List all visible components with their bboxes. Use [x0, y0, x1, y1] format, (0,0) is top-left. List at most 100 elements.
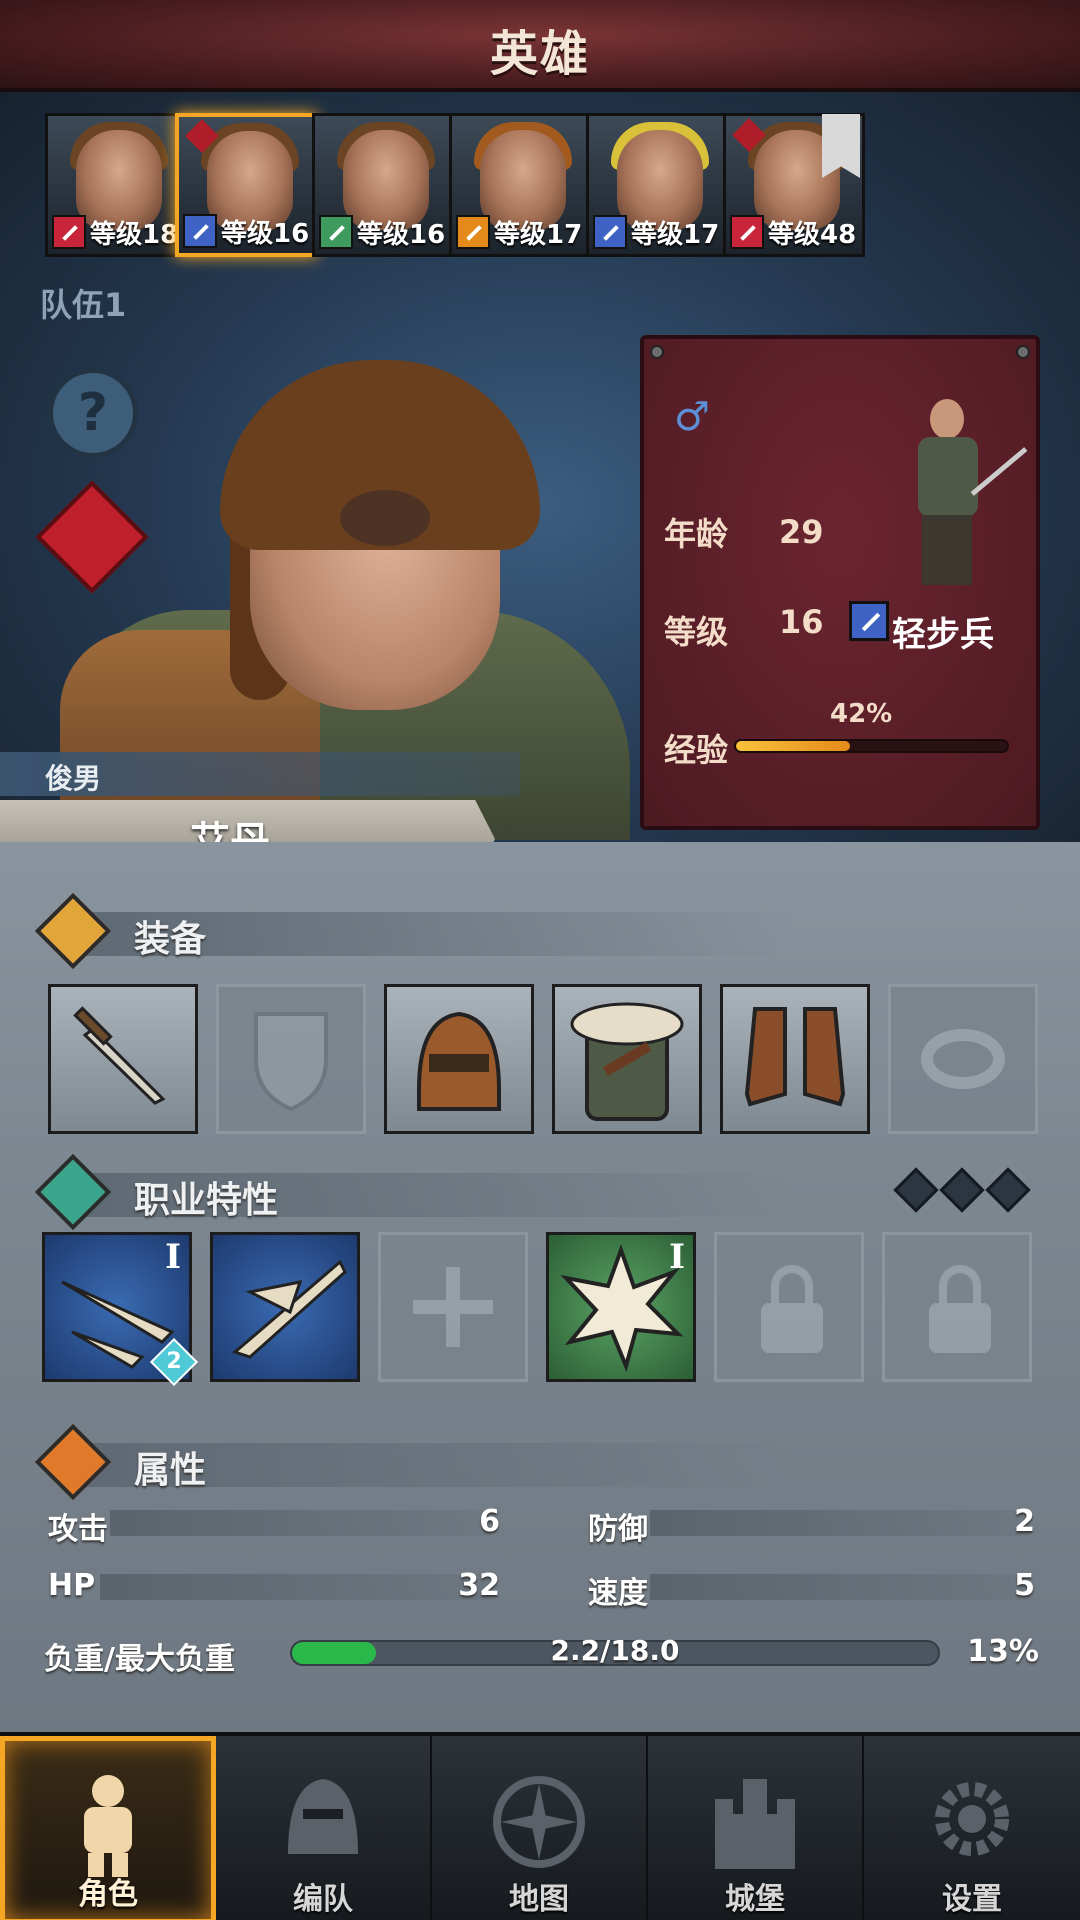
trait-slot-2[interactable] — [210, 1232, 360, 1382]
equip-slot-body[interactable] — [552, 984, 702, 1134]
hero-level-text: 等级18 — [90, 219, 179, 250]
equipment-section-header: 装备 — [34, 892, 862, 970]
speed-label: 速度 — [588, 1576, 648, 1611]
class-icon — [456, 215, 490, 249]
tab-label: 地图 — [509, 1882, 569, 1917]
hero-card-6[interactable]: 等级48 — [723, 113, 865, 257]
load-percent: 13% — [967, 1634, 1039, 1669]
trait-slot-4[interactable]: I — [546, 1232, 696, 1382]
rivet — [1016, 345, 1030, 359]
hp-value: 32 — [458, 1568, 500, 1603]
eagle-slash-icon — [232, 1259, 347, 1359]
class-icon — [52, 215, 86, 249]
help-button[interactable]: ? — [48, 368, 138, 458]
attributes-title: 属性 — [134, 1450, 207, 1491]
soldier-sprite — [894, 399, 1028, 589]
team-label: 队伍1 — [40, 286, 127, 324]
equip-slot-ring[interactable] — [888, 984, 1038, 1134]
class-icon — [593, 215, 627, 249]
lock-icon — [929, 1265, 991, 1353]
hero-card-2[interactable]: 等级16 — [175, 113, 317, 257]
dagger-icon — [73, 1006, 166, 1105]
helmet-icon — [288, 1779, 358, 1854]
rivet — [650, 345, 664, 359]
tab-label: 角色 — [78, 1877, 138, 1912]
xp-label: 经验 — [664, 731, 729, 769]
gear-icon — [935, 1782, 1009, 1856]
character-nickname: 俊男 — [45, 762, 102, 795]
age-value: 29 — [779, 513, 824, 551]
equip-slot-legs[interactable] — [720, 984, 870, 1134]
tab-label: 设置 — [942, 1882, 1002, 1917]
age-label: 年龄 — [664, 515, 729, 553]
burst-icon — [560, 1244, 684, 1372]
hero-roster: 等级18 等级16 等级16 等级17 等级17 等级48 — [45, 113, 1045, 258]
soldier-body — [918, 437, 978, 517]
equip-slot-head[interactable] — [384, 984, 534, 1134]
tab-settings[interactable]: 设置 — [864, 1736, 1080, 1920]
soldier-sword — [970, 447, 1028, 496]
trait-point-pip — [939, 1167, 985, 1213]
level-value: 16 — [779, 603, 824, 641]
light-infantry-icon — [849, 601, 889, 641]
tab-label: 编队 — [293, 1882, 353, 1917]
shield-icon — [254, 1012, 328, 1112]
header-bar: 英雄 — [0, 0, 1080, 92]
traits-title: 职业特性 — [134, 1180, 279, 1221]
tab-character[interactable]: 角色 — [0, 1736, 216, 1920]
soldier-legs — [922, 515, 972, 585]
defense-value: 2 — [1014, 1504, 1035, 1539]
castle-icon — [715, 1779, 795, 1869]
hero-level: 等级48 — [730, 214, 856, 250]
class-icon — [730, 215, 764, 249]
trait-slot-3[interactable] — [378, 1232, 528, 1382]
hero-level-text: 等级48 — [768, 219, 857, 250]
lock-shackle — [939, 1265, 981, 1307]
hero-card-4[interactable]: 等级17 — [449, 113, 591, 257]
hero-level: 等级16 — [319, 214, 445, 250]
trait-point-pip — [893, 1167, 939, 1213]
load-label: 负重/最大负重 — [44, 1642, 235, 1677]
equipment-title: 装备 — [134, 919, 207, 960]
trait-slot-1[interactable]: I 2 — [42, 1232, 199, 1387]
hero-card-5[interactable]: 等级17 — [586, 113, 728, 257]
lock-shackle — [771, 1265, 813, 1307]
level-label: 等级 — [664, 613, 729, 651]
hp-label: HP — [48, 1568, 96, 1603]
trait-slot-locked-2[interactable] — [882, 1232, 1032, 1382]
traits-icon — [34, 1153, 112, 1231]
equipment-icon — [34, 892, 112, 970]
hero-card-3[interactable]: 等级16 — [312, 113, 454, 257]
trait-rank: I — [669, 1237, 685, 1277]
hero-level-text: 等级17 — [631, 219, 720, 250]
attributes-section-header: 属性 — [34, 1423, 862, 1501]
tab-map[interactable]: 地图 — [432, 1736, 648, 1920]
trait-rank: I — [165, 1237, 181, 1277]
page-title: 英雄 — [489, 26, 590, 82]
tab-label: 城堡 — [725, 1882, 785, 1917]
lock-body — [929, 1303, 991, 1353]
eye-patch — [340, 490, 430, 546]
hero-level-text: 等级16 — [221, 218, 310, 249]
traits-section-header: 职业特性 — [34, 1153, 862, 1231]
class-name: 轻步兵 — [892, 615, 994, 655]
defense-label: 防御 — [588, 1512, 648, 1547]
equip-slot-weapon[interactable] — [48, 984, 198, 1134]
boots-icon — [744, 1007, 846, 1107]
hero-card-1[interactable]: 等级18 — [45, 113, 187, 257]
tab-castle[interactable]: 城堡 — [648, 1736, 864, 1920]
hero-level: 等级17 — [456, 214, 582, 250]
stack-count: 2 — [166, 1349, 182, 1374]
fur-coat-icon — [570, 1002, 684, 1121]
trait-slot-locked-1[interactable] — [714, 1232, 864, 1382]
tab-formation[interactable]: 编队 — [216, 1736, 432, 1920]
trait-point-pip — [985, 1167, 1031, 1213]
class-icon — [319, 215, 353, 249]
hero-level: 等级18 — [52, 214, 178, 250]
speed-value: 5 — [1014, 1568, 1035, 1603]
xp-bar-fill — [736, 741, 850, 751]
load-value: 2.2/18.0 — [550, 1634, 680, 1667]
equip-slot-offhand[interactable] — [216, 984, 366, 1134]
cross-icon — [413, 1267, 493, 1347]
compass-icon — [493, 1776, 585, 1868]
